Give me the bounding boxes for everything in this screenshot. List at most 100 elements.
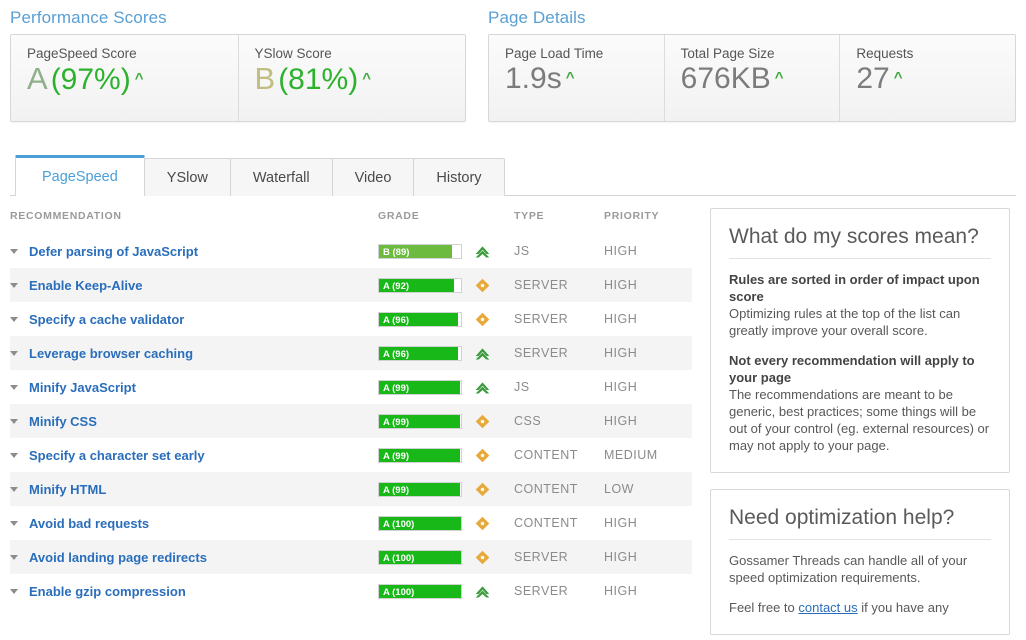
- table-row[interactable]: Minify JavaScriptA (99)JSHIGH: [10, 370, 692, 404]
- grade-bar: B (89): [378, 244, 462, 259]
- type-cell: JS: [514, 370, 604, 404]
- type-cell: JS: [514, 234, 604, 268]
- total-page-size-card[interactable]: Total Page Size 676KB ^: [665, 35, 841, 121]
- expand-triangle-icon[interactable]: [10, 351, 18, 356]
- diamond-icon: [474, 311, 491, 328]
- optimization-help-body-2: Feel free to contact us if you have any: [729, 599, 991, 616]
- diamond-icon: [474, 549, 491, 566]
- priority-cell: HIGH: [604, 302, 692, 336]
- pagespeed-score-value: A (97%) ^: [27, 63, 238, 96]
- recommendation-cell: Enable gzip compression: [10, 574, 378, 608]
- scores-explain-item-2: Not every recommendation will apply to y…: [729, 352, 991, 454]
- performance-scores-cards: PageSpeed Score A (97%) ^ YSlow Score B …: [10, 34, 466, 122]
- grade-bar-label: B (89): [383, 245, 409, 259]
- recommendation-link[interactable]: Enable Keep-Alive: [29, 278, 142, 293]
- grade-bar: A (96): [378, 346, 462, 361]
- table-row[interactable]: Enable gzip compressionA (100)SERVERHIGH: [10, 574, 692, 608]
- table-row[interactable]: Avoid bad requestsA (100)CONTENTHIGH: [10, 506, 692, 540]
- yslow-score-card[interactable]: YSlow Score B (81%) ^: [239, 35, 466, 121]
- grade-cell: A (99): [378, 472, 514, 506]
- table-row[interactable]: Leverage browser caching A (96) SERVERHIGH: [10, 336, 692, 370]
- grade-bar-label: A (100): [383, 551, 414, 565]
- caret-up-icon: ^: [775, 70, 784, 86]
- table-row[interactable]: Minify CSSA (99)CSSHIGH: [10, 404, 692, 438]
- contact-us-link[interactable]: contact us: [798, 600, 857, 615]
- grade-cell: A (99): [378, 438, 514, 472]
- total-page-size-value-wrap: 676KB ^: [681, 63, 840, 95]
- gtmetrix-report-page: Performance Scores PageSpeed Score A (97…: [0, 0, 1026, 640]
- optimization-help-panel: Need optimization help? Gossamer Threads…: [710, 489, 1010, 635]
- header-type[interactable]: TYPE: [514, 208, 604, 234]
- table-row[interactable]: Defer parsing of JavaScript B (89) JSHIGH: [10, 234, 692, 268]
- tab-waterfall[interactable]: Waterfall: [230, 158, 333, 196]
- pagespeed-grade-letter: A: [27, 63, 48, 96]
- recommendation-link[interactable]: Defer parsing of JavaScript: [29, 244, 198, 259]
- expand-triangle-icon[interactable]: [10, 283, 18, 288]
- expand-triangle-icon[interactable]: [10, 419, 18, 424]
- grade-bar: A (100): [378, 550, 462, 565]
- table-row[interactable]: Specify a character set earlyA (99)CONTE…: [10, 438, 692, 472]
- header-recommendation[interactable]: RECOMMENDATION: [10, 208, 378, 234]
- diamond-icon: [474, 481, 491, 498]
- grade-bar-label: A (99): [383, 449, 409, 463]
- recommendation-link[interactable]: Minify CSS: [29, 414, 97, 429]
- priority-cell: HIGH: [604, 540, 692, 574]
- priority-cell: HIGH: [604, 336, 692, 370]
- grade-cell: A (99): [378, 404, 514, 438]
- tab-history[interactable]: History: [413, 158, 504, 196]
- recommendation-cell: Defer parsing of JavaScript: [10, 234, 378, 268]
- header-priority[interactable]: PRIORITY: [604, 208, 692, 234]
- pagespeed-score-label: PageSpeed Score: [27, 46, 238, 61]
- table-row[interactable]: Minify HTMLA (99)CONTENTLOW: [10, 472, 692, 506]
- grade-bar: A (100): [378, 584, 462, 599]
- diamond-icon: [474, 447, 491, 464]
- grade-bar: A (99): [378, 414, 462, 429]
- recommendation-link[interactable]: Specify a character set early: [29, 448, 205, 463]
- table-row[interactable]: Enable Keep-AliveA (92)SERVERHIGH: [10, 268, 692, 302]
- priority-cell: LOW: [604, 472, 692, 506]
- chevron-up-icon: [474, 379, 491, 396]
- recommendation-link[interactable]: Specify a cache validator: [29, 312, 184, 327]
- page-load-time-value-wrap: 1.9s ^: [505, 63, 664, 95]
- recommendation-link[interactable]: Enable gzip compression: [29, 584, 186, 599]
- grade-cell: A (100): [378, 506, 514, 540]
- caret-up-icon: ^: [362, 71, 371, 87]
- expand-triangle-icon[interactable]: [10, 385, 18, 390]
- grade-bar: A (99): [378, 448, 462, 463]
- requests-card[interactable]: Requests 27 ^: [840, 35, 1015, 121]
- expand-triangle-icon[interactable]: [10, 249, 18, 254]
- expand-triangle-icon[interactable]: [10, 521, 18, 526]
- expand-triangle-icon[interactable]: [10, 589, 18, 594]
- grade-cell: A (100): [378, 574, 514, 608]
- recommendation-link[interactable]: Leverage browser caching: [29, 346, 193, 361]
- header-grade[interactable]: GRADE: [378, 208, 514, 234]
- recommendation-link[interactable]: Minify HTML: [29, 482, 106, 497]
- priority-cell: MEDIUM: [604, 438, 692, 472]
- grade-bar: A (100): [378, 516, 462, 531]
- table-row[interactable]: Specify a cache validatorA (96)SERVERHIG…: [10, 302, 692, 336]
- pagespeed-score-card[interactable]: PageSpeed Score A (97%) ^: [11, 35, 239, 121]
- table-row[interactable]: Avoid landing page redirectsA (100)SERVE…: [10, 540, 692, 574]
- grade-bar: A (96): [378, 312, 462, 327]
- recommendation-cell: Leverage browser caching: [10, 336, 378, 370]
- expand-triangle-icon[interactable]: [10, 453, 18, 458]
- scores-explain-heading-1: Rules are sorted in order of impact upon…: [729, 272, 980, 304]
- tab-pagespeed[interactable]: PageSpeed: [15, 155, 145, 196]
- recommendation-link[interactable]: Avoid bad requests: [29, 516, 149, 531]
- type-cell: SERVER: [514, 574, 604, 608]
- page-load-time-card[interactable]: Page Load Time 1.9s ^: [489, 35, 665, 121]
- report-tabs: PageSpeed YSlow Waterfall Video History: [10, 156, 1016, 196]
- type-cell: SERVER: [514, 336, 604, 370]
- diamond-icon: [474, 413, 491, 430]
- recommendation-link[interactable]: Minify JavaScript: [29, 380, 136, 395]
- expand-triangle-icon[interactable]: [10, 487, 18, 492]
- recommendations-column: RECOMMENDATION GRADE TYPE PRIORITY Defer…: [10, 208, 692, 640]
- expand-triangle-icon[interactable]: [10, 317, 18, 322]
- recommendation-link[interactable]: Avoid landing page redirects: [29, 550, 207, 565]
- expand-triangle-icon[interactable]: [10, 555, 18, 560]
- priority-cell: HIGH: [604, 234, 692, 268]
- table-body: Defer parsing of JavaScriptB (89)JSHIGHE…: [10, 234, 692, 608]
- tab-yslow[interactable]: YSlow: [144, 158, 231, 196]
- report-content: RECOMMENDATION GRADE TYPE PRIORITY Defer…: [10, 196, 1016, 640]
- tab-video[interactable]: Video: [332, 158, 415, 196]
